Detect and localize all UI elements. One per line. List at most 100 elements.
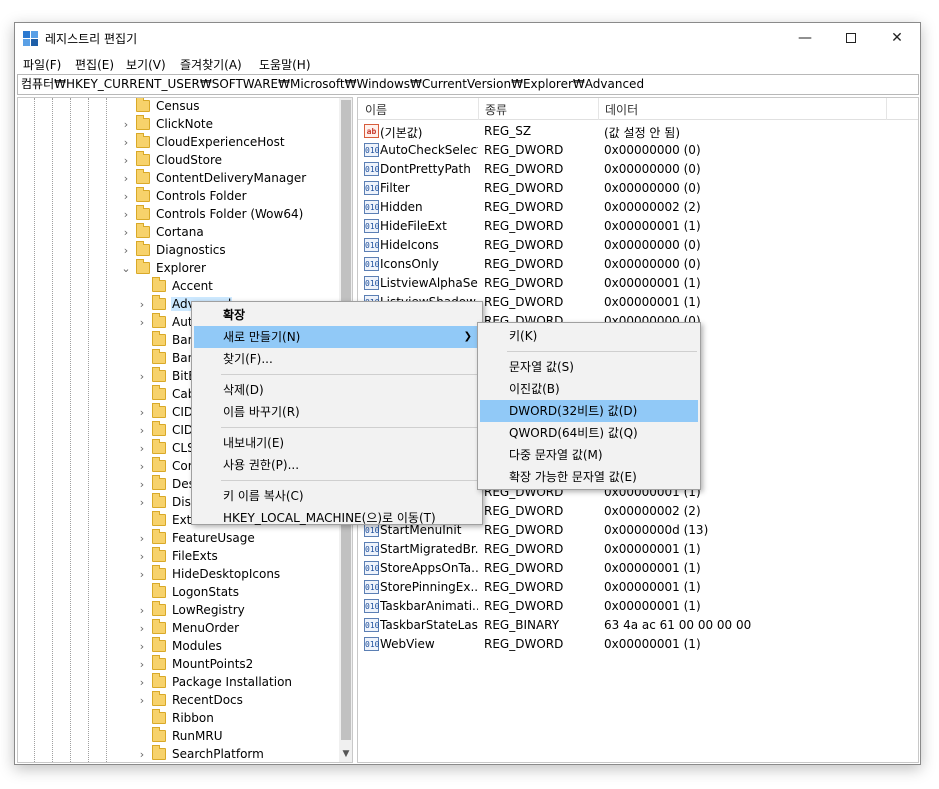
chevron-right-icon[interactable]: › — [120, 170, 132, 188]
menu-favorites[interactable]: 즐겨찾기(A) — [180, 56, 242, 73]
chevron-right-icon[interactable]: › — [136, 566, 148, 584]
chevron-right-icon[interactable]: › — [136, 404, 148, 422]
value-row[interactable]: 010 IconsOnly REG_DWORD 0x00000000 (0) — [358, 255, 918, 274]
menu-item[interactable]: 삭제(D) — [194, 379, 480, 401]
column-name-header[interactable]: 이름 — [365, 101, 387, 118]
value-row[interactable]: 010 DontPrettyPath REG_DWORD 0x00000000 (0) — [358, 160, 918, 179]
chevron-right-icon[interactable]: › — [136, 638, 148, 656]
chevron-right-icon[interactable]: › — [136, 692, 148, 710]
value-data: 63 4a ac 61 00 00 00 00 — [604, 618, 752, 632]
menu-item[interactable]: QWORD(64비트) 값(Q) — [480, 422, 698, 444]
value-name: StoreAppsOnTa... — [380, 561, 478, 575]
value-row[interactable]: 010TaskbarStateLas... REG_BINARY 63 4a ac … — [358, 616, 918, 635]
chevron-right-icon[interactable]: › — [136, 422, 148, 440]
value-row[interactable]: 010 HideIcons REG_DWORD 0x00000000 (0) — [358, 236, 918, 255]
menu-item-label: 다중 문자열 값(M) — [509, 448, 603, 462]
value-row[interactable]: 010 TaskbarAnimati... REG_DWORD 0x00000001 … — [358, 597, 918, 616]
folder-icon — [152, 493, 166, 508]
chevron-right-icon[interactable]: › — [120, 188, 132, 206]
value-row[interactable]: 010 Filter REG_DWORD 0x00000000 (0) — [358, 179, 918, 198]
value-row[interactable]: 010ListviewAlphaSe... REG_DWORD 0x00000001… — [358, 274, 918, 293]
value-row[interactable]: 010 StoreAppsOnTa... REG_DWORD 0x00000001 (… — [358, 559, 918, 578]
chevron-right-icon[interactable]: › — [136, 458, 148, 476]
chevron-right-icon[interactable]: › — [120, 116, 132, 134]
chevron-right-icon[interactable]: › — [136, 440, 148, 458]
scroll-down-icon[interactable]: ▼ — [339, 748, 352, 760]
tree-item-label: MenuOrder — [172, 621, 240, 635]
column-data-header[interactable]: 데이터 — [605, 101, 638, 118]
binary-value-icon: 010 — [364, 542, 379, 556]
column-divider[interactable] — [478, 98, 479, 120]
value-type: REG_DWORD — [484, 200, 564, 214]
chevron-right-icon[interactable]: › — [120, 206, 132, 224]
close-button[interactable]: ✕ — [874, 23, 920, 53]
chevron-right-icon[interactable]: › — [136, 656, 148, 674]
value-row[interactable]: 010 AutoCheckSelect REG_DWORD 0x00000000 (0… — [358, 141, 918, 160]
tree-item-label: Modules — [172, 639, 222, 653]
menu-item[interactable]: 다중 문자열 값(M) — [480, 444, 698, 466]
folder-icon — [136, 169, 150, 184]
column-type-header[interactable]: 종류 — [485, 101, 507, 118]
chevron-right-icon[interactable]: › — [136, 296, 148, 314]
value-row[interactable]: 010 WebView REG_DWORD 0x00000001 (1) — [358, 635, 918, 654]
chevron-right-icon[interactable]: › — [136, 746, 148, 762]
chevron-down-icon[interactable]: ⌄ — [120, 260, 132, 278]
menu-view[interactable]: 보기(V) — [126, 56, 166, 73]
value-type: REG_DWORD — [484, 637, 564, 651]
address-bar[interactable]: 컴퓨터₩HKEY_CURRENT_USER₩SOFTWARE₩Microsoft… — [17, 74, 919, 95]
menu-edit[interactable]: 편집(E) — [75, 56, 114, 73]
column-divider[interactable] — [598, 98, 599, 120]
title-bar[interactable]: 레지스트리 편집기 — ✕ — [15, 23, 920, 53]
value-name: WebView — [380, 637, 435, 651]
value-name: Filter — [380, 181, 410, 195]
chevron-right-icon[interactable]: › — [120, 242, 132, 260]
menu-item[interactable]: 사용 권한(P)... — [194, 454, 480, 476]
folder-icon — [136, 187, 150, 202]
value-row[interactable]: ab (기본값) REG_SZ (값 설정 안 됨) — [358, 122, 918, 141]
chevron-right-icon[interactable]: › — [136, 368, 148, 386]
menu-item[interactable]: 확장 — [194, 304, 480, 326]
chevron-right-icon[interactable]: › — [120, 224, 132, 242]
menu-item[interactable]: 확장 가능한 문자열 값(E) — [480, 466, 698, 488]
value-type: REG_DWORD — [484, 504, 564, 518]
tree-item-label: ClickNote — [156, 117, 213, 131]
tree-item-label: RunMRU — [172, 729, 223, 743]
value-row[interactable]: 010 HideFileExt REG_DWORD 0x00000001 (1) — [358, 217, 918, 236]
menu-item[interactable]: 키 이름 복사(C) — [194, 485, 480, 507]
chevron-right-icon[interactable]: › — [136, 494, 148, 512]
chevron-right-icon[interactable]: › — [136, 476, 148, 494]
menu-item[interactable]: 문자열 값(S) — [480, 356, 698, 378]
value-row[interactable]: 010 StartMigratedBr... REG_DWORD 0x00000001… — [358, 540, 918, 559]
menu-file[interactable]: 파일(F) — [23, 56, 61, 73]
value-type: REG_DWORD — [484, 276, 564, 290]
maximize-button[interactable] — [828, 23, 874, 53]
menu-item-label: 문자열 값(S) — [509, 360, 574, 374]
value-type: REG_DWORD — [484, 219, 564, 233]
menu-item[interactable]: 찾기(F)... — [194, 348, 480, 370]
chevron-right-icon[interactable]: › — [136, 530, 148, 548]
chevron-right-icon[interactable]: › — [136, 620, 148, 638]
menu-item[interactable]: 이진값(B) — [480, 378, 698, 400]
chevron-right-icon[interactable]: › — [136, 674, 148, 692]
column-divider[interactable] — [886, 98, 887, 120]
menu-item[interactable]: 키(K) — [480, 325, 698, 347]
chevron-right-icon[interactable]: › — [120, 134, 132, 152]
menu-item[interactable]: 이름 바꾸기(R) — [194, 401, 480, 423]
folder-icon — [152, 457, 166, 472]
menu-separator — [221, 480, 479, 481]
chevron-right-icon[interactable]: › — [136, 548, 148, 566]
folder-icon — [136, 98, 150, 112]
value-row[interactable]: 010 Hidden REG_DWORD 0x00000002 (2) — [358, 198, 918, 217]
value-row[interactable]: 010 StorePinningEx... REG_DWORD 0x00000001 … — [358, 578, 918, 597]
folder-icon — [152, 601, 166, 616]
chevron-right-icon[interactable]: › — [136, 314, 148, 332]
menu-item[interactable]: 내보내기(E) — [194, 432, 480, 454]
menu-item[interactable]: 새로 만들기(N) ❯ — [194, 326, 480, 348]
menu-help[interactable]: 도움말(H) — [259, 56, 311, 73]
chevron-right-icon — [136, 350, 148, 368]
chevron-right-icon[interactable]: › — [120, 152, 132, 170]
menu-item[interactable]: DWORD(32비트) 값(D) — [480, 400, 698, 422]
minimize-button[interactable]: — — [782, 23, 828, 53]
chevron-right-icon[interactable]: › — [136, 602, 148, 620]
menu-item[interactable]: HKEY_LOCAL_MACHINE(으)로 이동(T) — [194, 507, 480, 529]
